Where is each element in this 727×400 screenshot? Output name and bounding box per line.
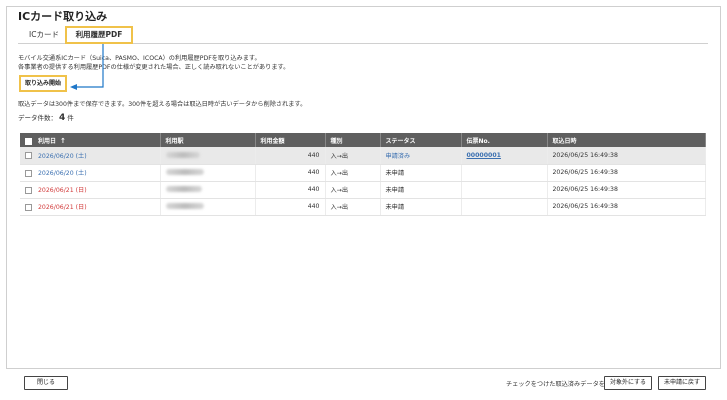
sort-asc-icon: ↑: [60, 136, 66, 145]
data-count-value: 4: [59, 113, 66, 123]
footer-bar: 閉じる チェックをつけた取込済みデータを 対象外にする 未申請に戻す: [6, 368, 721, 394]
tab-ic-card[interactable]: ICカード: [26, 26, 62, 44]
table-row[interactable]: 2026/06/20 (土) 440 入→出 申請済み 00000001 202…: [20, 147, 706, 165]
description-line-1: モバイル交通系ICカード（Suica、PASMO、ICOCA）の利用履歴PDFを…: [18, 55, 261, 62]
row-status: 申請済み: [385, 152, 411, 160]
tab-bar: ICカード 利用履歴PDF: [18, 22, 708, 44]
tab-usage-history-pdf[interactable]: 利用履歴PDF: [65, 26, 133, 44]
blurred-station: [165, 151, 200, 158]
row-imported: 2026/06/25 16:49:38: [547, 147, 706, 165]
row-checkbox[interactable]: [25, 186, 32, 194]
header-type[interactable]: 種別: [325, 133, 381, 147]
row-checkbox[interactable]: [25, 169, 32, 177]
row-status: 未申請: [380, 198, 462, 216]
table-row[interactable]: 2026/06/21 (日) 440 入→出 未申請 2026/06/25 16…: [20, 198, 706, 216]
row-status: 未申請: [380, 164, 462, 182]
row-type: 入→出: [325, 164, 381, 182]
header-station[interactable]: 利用駅: [160, 133, 256, 147]
row-type: 入→出: [325, 198, 381, 216]
row-date: 2026/06/21 (日): [38, 204, 87, 211]
row-amount: 440: [255, 147, 326, 165]
select-all-checkbox[interactable]: [25, 137, 32, 145]
row-checkbox[interactable]: [25, 152, 32, 160]
row-status: 未申請: [380, 181, 462, 199]
bulk-action-label: チェックをつけた取込済みデータを: [506, 381, 605, 388]
table-row[interactable]: 2026/06/21 (日) 440 入→出 未申請 2026/06/25 16…: [20, 181, 706, 199]
row-date: 2026/06/20 (土): [38, 170, 87, 177]
storage-limit-note: 取込データは300件まで保存できます。300件を超える場合は取込日時が古いデータ…: [18, 101, 307, 108]
row-date: 2026/06/21 (日): [38, 187, 87, 194]
header-slip-no[interactable]: 伝票No.: [461, 133, 548, 147]
usage-history-table: 利用日 ↑ 利用駅 利用金額 種別 ステータス 伝票No. 取込日時 2026/0…: [20, 133, 706, 216]
blurred-station: [165, 186, 202, 192]
close-button[interactable]: 閉じる: [24, 376, 68, 390]
row-imported: 2026/06/25 16:49:38: [547, 164, 706, 182]
row-slip-link[interactable]: 00000001: [467, 152, 501, 159]
blurred-station: [165, 203, 204, 209]
row-checkbox[interactable]: [25, 203, 32, 211]
row-slip: [461, 164, 548, 182]
row-amount: 440: [255, 181, 326, 199]
row-slip: [461, 198, 548, 216]
row-slip: [461, 181, 548, 199]
data-count-unit: 件: [67, 114, 74, 122]
row-amount: 440: [255, 164, 326, 182]
row-type: 入→出: [325, 147, 381, 165]
description-line-2: 各事業者の提供する利用履歴PDFの仕様が変更された場合、正しく読み取れないことが…: [18, 64, 290, 71]
row-type: 入→出: [325, 181, 381, 199]
header-status[interactable]: ステータス: [380, 133, 462, 147]
header-usage-date[interactable]: 利用日 ↑: [20, 133, 161, 147]
import-start-button[interactable]: 取り込み開始: [19, 75, 67, 92]
header-import-datetime[interactable]: 取込日時: [547, 133, 706, 147]
revert-to-unapplied-button[interactable]: 未申請に戻す: [658, 376, 706, 390]
row-imported: 2026/06/25 16:49:38: [547, 181, 706, 199]
header-amount[interactable]: 利用金額: [255, 133, 326, 147]
row-imported: 2026/06/25 16:49:38: [547, 198, 706, 216]
blurred-station: [165, 169, 204, 175]
row-amount: 440: [255, 198, 326, 216]
exclude-button[interactable]: 対象外にする: [604, 376, 652, 390]
data-count: データ件数： 4 件: [18, 112, 74, 123]
table-header-row: 利用日 ↑ 利用駅 利用金額 種別 ステータス 伝票No. 取込日時: [20, 133, 706, 147]
row-date: 2026/06/20 (土): [38, 152, 87, 160]
data-count-label: データ件数：: [18, 114, 57, 122]
table-row[interactable]: 2026/06/20 (土) 440 入→出 未申請 2026/06/25 16…: [20, 164, 706, 182]
